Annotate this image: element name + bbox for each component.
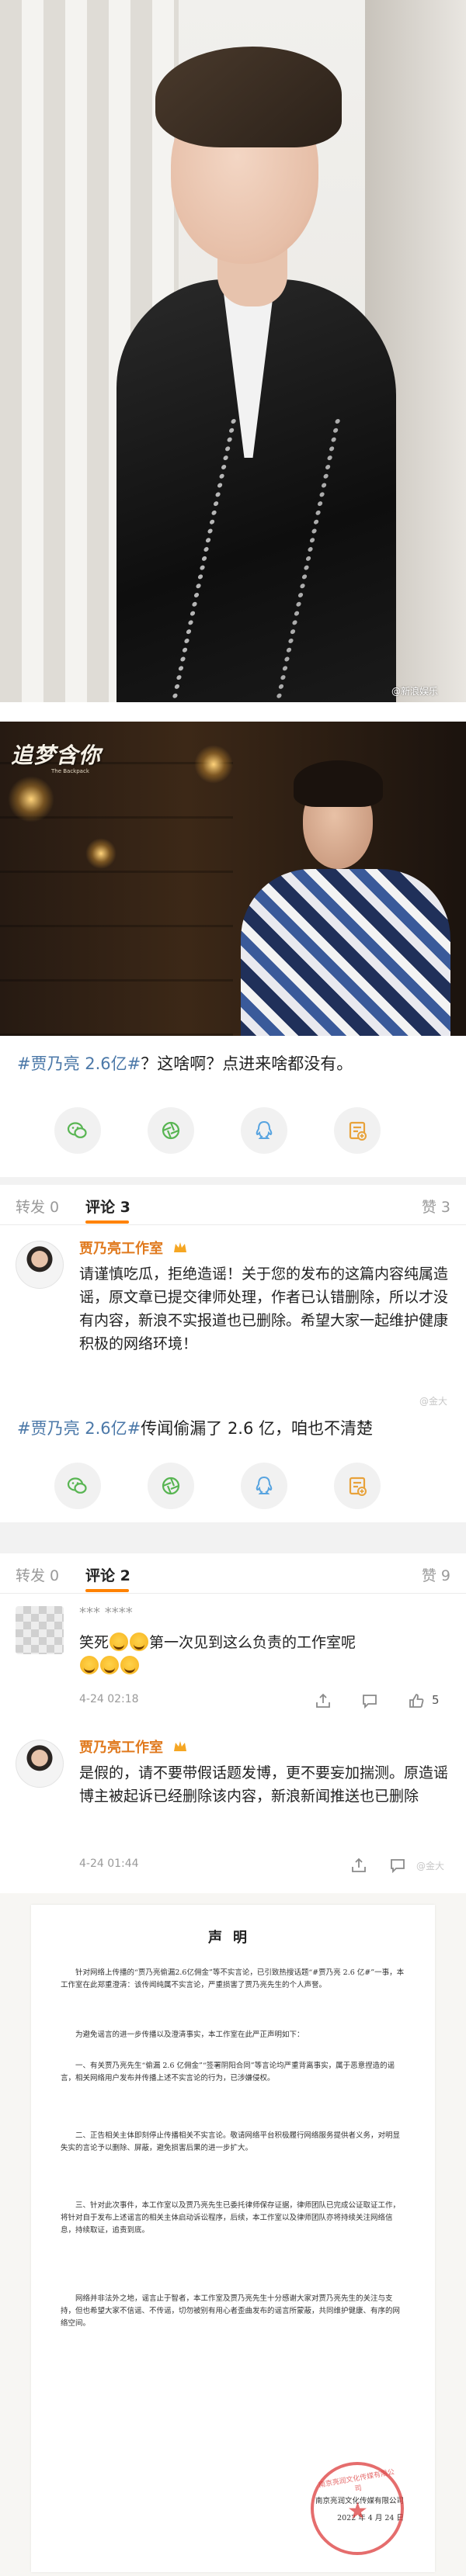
comment-time: 4-24 01:44 (79, 1858, 139, 1870)
share-icon[interactable] (314, 1691, 332, 1710)
comment-text-before: 笑死 (79, 1634, 110, 1651)
tab-comment[interactable]: 评论 3 (85, 1196, 130, 1217)
qq-icon[interactable] (241, 1107, 287, 1154)
statement-paragraph: 针对网络上传播的“贾乃亮偷漏2.6亿佣金”等不实言论，已引致热搜话题“#贾乃亮 … (61, 1968, 405, 1989)
comment-username[interactable]: 贾乃亮工作室 (79, 1736, 188, 1757)
comment-text: 是假的，请不要带假话题发博，更不要妄加揣测。原造谣博主被起诉已经删除该内容，新浪… (79, 1764, 449, 1805)
tab-comment[interactable]: 评论 2 (85, 1564, 130, 1585)
show-logo-title: 追梦含你 (11, 743, 102, 768)
statement-paragraph: 为避免谣言的进一步传播以及澄清事实，本工作室在此严正声明如下： (75, 2031, 304, 2039)
laughing-emoji-icon (100, 1656, 119, 1674)
weibo-post: #贾乃亮 2.6亿#？这啥啊？点进来啥都没有。 (0, 1036, 466, 1177)
post-hashtag[interactable]: #贾乃亮 2.6亿# (17, 1419, 141, 1438)
wechat-icon[interactable] (54, 1107, 101, 1154)
laughing-emoji-icon (110, 1633, 129, 1651)
section-divider (0, 1522, 466, 1553)
statement-paragraph: 一、有关贾乃亮先生“偷漏 2.6 亿佣金”“签署阴阳合同”等言论均严重背离事实，… (61, 2062, 395, 2083)
post-body: ？这啥啊？点进来啥都没有。 (141, 1054, 353, 1073)
statement-paragraph: 网络并非法外之地，谣言止于智者，本工作室及贾乃亮先生十分感谢大家对贾乃亮先生的关… (61, 2294, 401, 2328)
header-photo: @新浪娱乐 (0, 0, 466, 702)
like-icon[interactable] (407, 1691, 426, 1710)
portrait-hair (294, 760, 383, 807)
comment-username[interactable]: 贾乃亮工作室 (79, 1238, 188, 1258)
comment-text: 笑死 第一次见到这么负责的工作室呢 (79, 1631, 450, 1678)
patterned-shirt (241, 869, 450, 1036)
avatar[interactable] (16, 1241, 64, 1289)
laughing-emoji-icon (80, 1656, 99, 1674)
comment-section-2: 转发 0 评论 2 赞 9 *** **** 笑死 第一次见到这么负责的工作室呢 … (0, 1553, 466, 1893)
comment-time: 4-24 02:18 (79, 1693, 139, 1705)
tab-like[interactable]: 赞 9 (422, 1564, 450, 1585)
statement-paragraph: 三、针对此次事件，本工作室以及贾乃亮先生已委托律师保存证据，律师团队已完成公证取… (61, 2201, 401, 2235)
crown-icon (174, 1741, 187, 1751)
comment-text-after: 第一次见到这么负责的工作室呢 (149, 1634, 356, 1651)
wechat-icon[interactable] (54, 1463, 101, 1509)
share-row (0, 1107, 466, 1154)
save-image-icon[interactable] (334, 1463, 381, 1509)
comment-watermark: @金大 (416, 1861, 445, 1871)
photo-watermark: @新浪娱乐 (391, 686, 438, 697)
lamp-glow (8, 776, 54, 822)
comment-text: 请谨慎吃瓜，拒绝造谣！关于您的发布的这篇内容纯属造谣，原文章已提交律师处理，作者… (79, 1265, 449, 1352)
comment-username[interactable]: *** **** (79, 1605, 133, 1621)
comment-watermark: @金大 (419, 1396, 448, 1407)
comment-section-1: 转发 0 评论 3 赞 3 贾乃亮工作室 请谨慎吃瓜，拒绝造谣！关于您的发布的这… (0, 1185, 466, 1522)
moments-icon[interactable] (148, 1463, 194, 1509)
statement-paragraph: 二、正告相关主体即刻停止传播相关不实言论。敬请网络平台积极履行网络服务提供者义务… (61, 2131, 401, 2152)
laughing-emoji-icon (120, 1656, 139, 1674)
statement-title: 声明 (208, 1930, 258, 1946)
tab-active-indicator (85, 1589, 129, 1592)
section-divider (0, 1177, 466, 1185)
crown-icon (174, 1242, 187, 1252)
quoted-post-text: #贾乃亮 2.6亿#传闻偷漏了 2.6 亿，咱也不清楚 (17, 1416, 373, 1441)
save-image-icon[interactable] (334, 1107, 381, 1154)
laughing-emoji-icon (130, 1633, 149, 1651)
tab-active-indicator (85, 1220, 129, 1224)
show-logo: 追梦含你 The Backpack (11, 739, 104, 779)
statement-document: 声明 针对网络上传播的“贾乃亮偷漏2.6亿佣金”等不实言论，已引致热搜话题“#贾… (0, 1893, 466, 2576)
share-icon[interactable] (350, 1856, 368, 1875)
seal-text: 南京亮润文化传媒有限公司 (318, 2468, 395, 2494)
comment-tabs: 转发 0 评论 2 赞 9 (0, 1553, 466, 1594)
qq-icon[interactable] (241, 1463, 287, 1509)
like-count: 5 (432, 1693, 440, 1707)
post-body: 传闻偷漏了 2.6 亿，咱也不清楚 (141, 1419, 374, 1438)
image-gap (0, 702, 466, 722)
tab-like[interactable]: 赞 3 (422, 1196, 450, 1217)
lamp-glow (85, 838, 116, 869)
avatar[interactable] (16, 1740, 64, 1788)
tab-repost[interactable]: 转发 0 (16, 1196, 59, 1217)
share-row (0, 1463, 466, 1509)
comment-tabs: 转发 0 评论 3 赞 3 (0, 1185, 466, 1225)
portrait-hair (155, 47, 342, 147)
avatar[interactable] (16, 1606, 64, 1654)
statement-paper: 声明 针对网络上传播的“贾乃亮偷漏2.6亿佣金”等不实言论，已引致热搜话题“#贾… (31, 1905, 435, 2572)
lamp-glow (194, 745, 233, 784)
seal-star-icon: ★ (347, 2498, 368, 2525)
post-hashtag[interactable]: #贾乃亮 2.6亿# (17, 1054, 141, 1073)
comment-icon[interactable] (388, 1856, 407, 1875)
company-seal: 南京亮润文化传媒有限公司 ★ (311, 2462, 404, 2555)
moments-icon[interactable] (148, 1107, 194, 1154)
username-text: 贾乃亮工作室 (79, 1740, 163, 1756)
show-still-photo: 追梦含你 The Backpack (0, 722, 466, 1036)
username-text: 贾乃亮工作室 (79, 1241, 163, 1257)
comment-icon[interactable] (360, 1691, 379, 1710)
tab-repost[interactable]: 转发 0 (16, 1564, 59, 1585)
post-text: #贾乃亮 2.6亿#？这啥啊？点进来啥都没有。 (17, 1051, 353, 1076)
